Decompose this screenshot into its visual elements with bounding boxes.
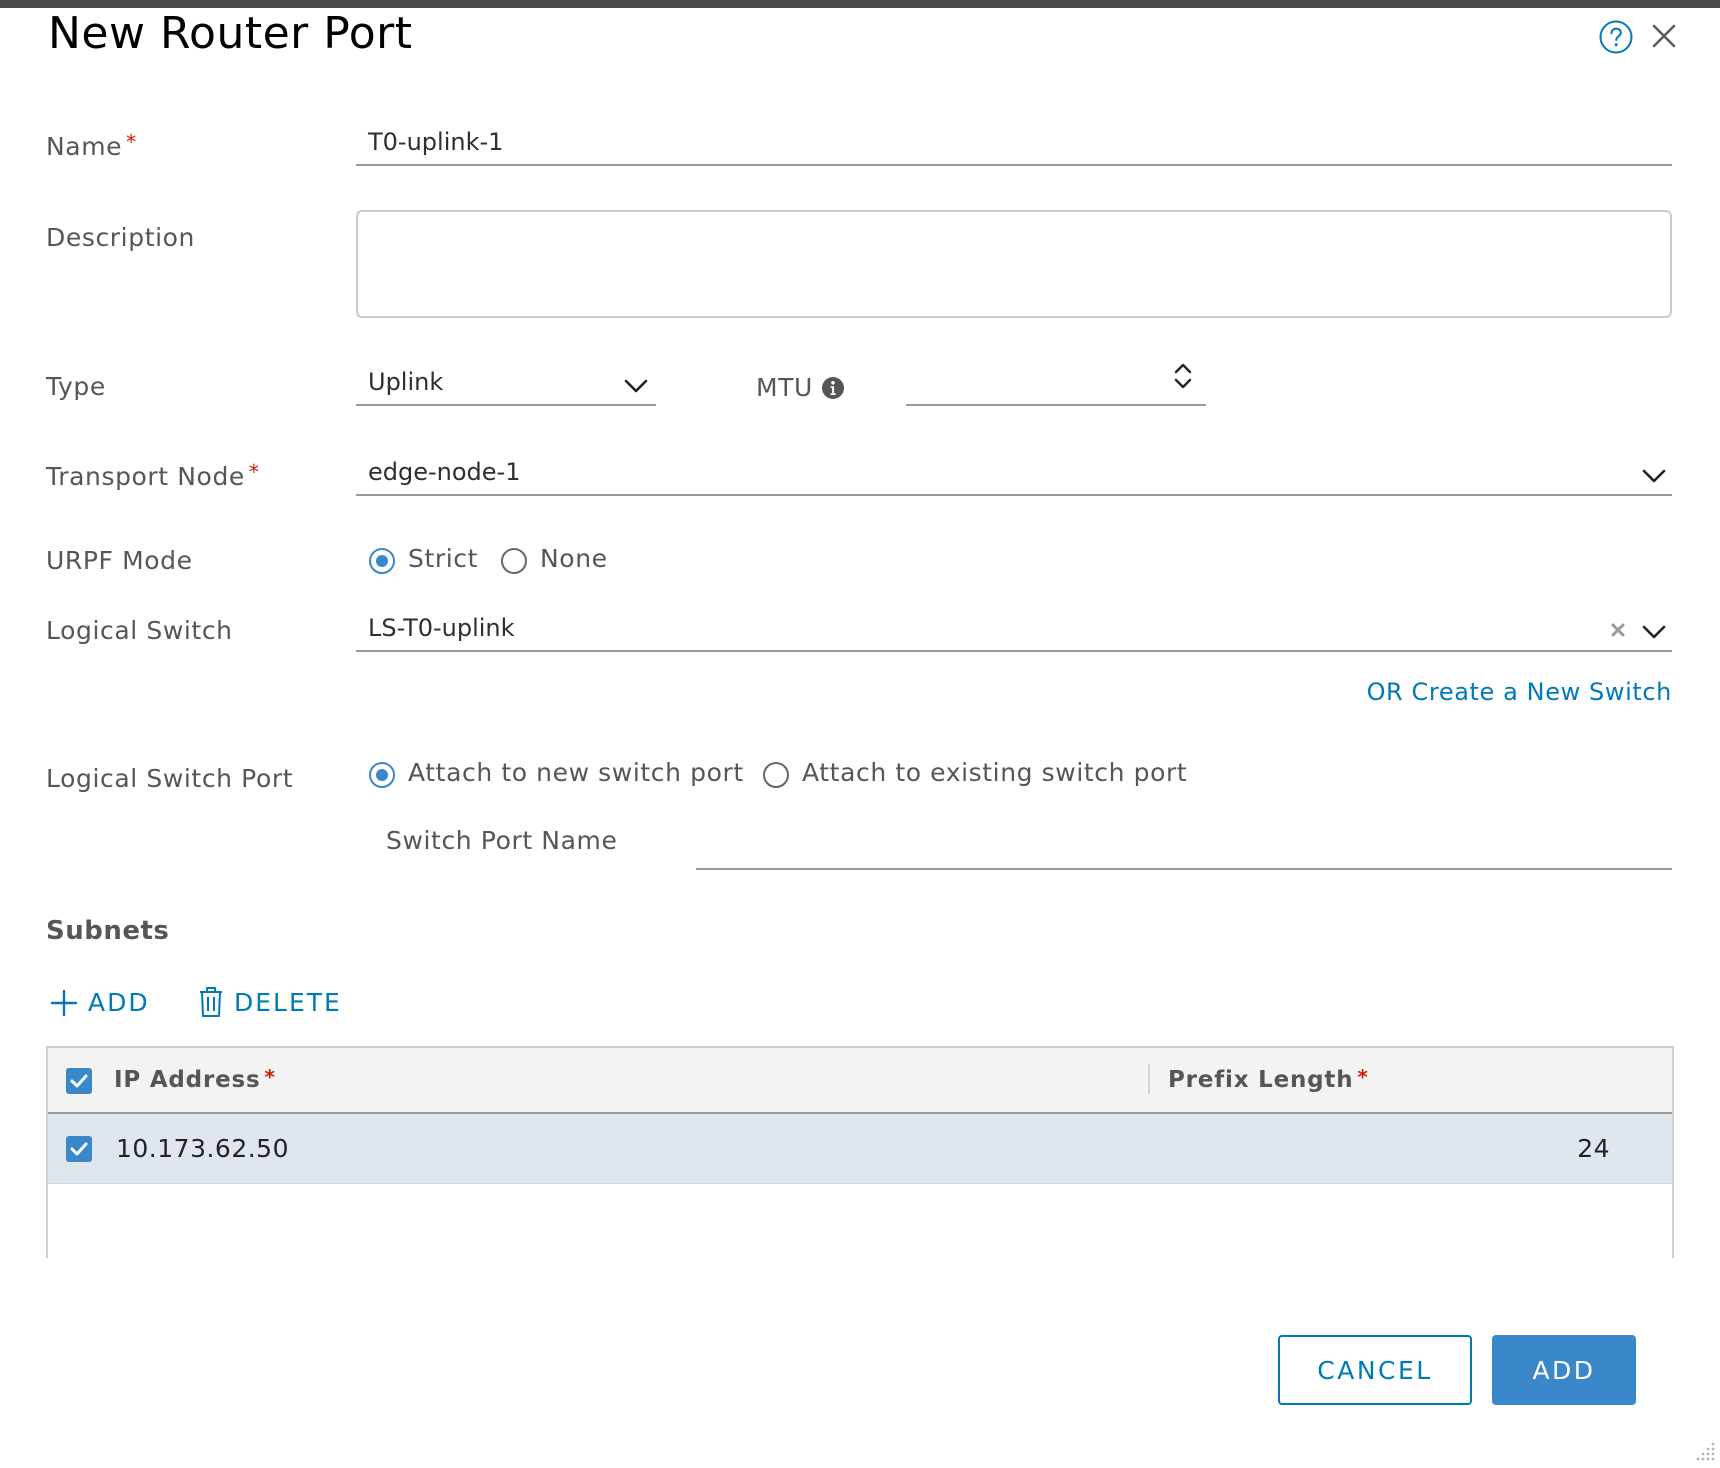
required-marker: *	[126, 130, 137, 154]
close-icon[interactable]	[1648, 20, 1680, 52]
transport-node-select[interactable]: edge-node-1	[356, 450, 1672, 496]
subnets-datagrid: IP Address * Prefix Length * 10.173.62.50 …	[46, 1046, 1674, 1258]
transport-node-label: Transport Node *	[46, 460, 260, 491]
chevron-down-icon	[1642, 625, 1666, 639]
row-checkbox[interactable]	[66, 1136, 92, 1162]
urpf-none-label: None	[540, 544, 608, 573]
urpf-mode-label: URPF Mode	[46, 546, 193, 575]
dialog-title: New Router Port	[48, 8, 413, 59]
mtu-input[interactable]	[906, 360, 1206, 406]
ip-address-cell: 10.173.62.50	[116, 1134, 289, 1163]
window-top-border	[0, 0, 1720, 8]
name-value: T0-uplink-1	[368, 128, 504, 156]
add-subnet-button[interactable]: ADD	[50, 988, 150, 1017]
type-value: Uplink	[368, 368, 444, 396]
help-circle-icon[interactable]	[1598, 19, 1634, 55]
type-select[interactable]: Uplink	[356, 360, 656, 406]
column-header-prefix-length[interactable]: Prefix Length *	[1168, 1065, 1369, 1093]
name-label: Name *	[46, 130, 137, 161]
description-label: Description	[46, 223, 195, 252]
datagrid-header: IP Address * Prefix Length *	[48, 1048, 1672, 1114]
radio-selected[interactable]	[369, 762, 395, 788]
required-marker: *	[248, 460, 260, 484]
radio-unselected[interactable]	[763, 762, 789, 788]
create-new-switch-link[interactable]: OR Create a New Switch	[1367, 678, 1672, 706]
transport-node-value: edge-node-1	[368, 458, 521, 486]
logical-switch-select[interactable]: LS-T0-uplink	[356, 606, 1672, 652]
mtu-label: MTU	[756, 373, 845, 402]
add-subnet-label: ADD	[88, 988, 150, 1017]
attach-existing-port-label: Attach to existing switch port	[802, 758, 1188, 787]
logical-switch-value: LS-T0-uplink	[368, 614, 515, 642]
urpf-strict-label: Strict	[408, 544, 479, 573]
attach-new-port-label: Attach to new switch port	[408, 758, 744, 787]
trash-icon	[200, 987, 222, 1017]
switch-port-name-input[interactable]	[696, 826, 1672, 870]
clear-icon[interactable]	[1609, 621, 1627, 639]
subnets-title: Subnets	[46, 916, 170, 946]
logical-switch-port-label: Logical Switch Port	[46, 764, 294, 793]
type-label: Type	[46, 372, 106, 401]
prefix-length-cell: 24	[1577, 1134, 1610, 1163]
table-row[interactable]: 10.173.62.50 24	[48, 1114, 1672, 1184]
info-icon[interactable]	[821, 376, 845, 400]
resize-handle-icon[interactable]	[1694, 1440, 1716, 1462]
delete-subnet-label: DELETE	[234, 987, 342, 1017]
add-button[interactable]: ADD	[1492, 1335, 1636, 1405]
radio-selected[interactable]	[369, 548, 395, 574]
description-textarea[interactable]	[356, 210, 1672, 318]
cancel-button[interactable]: CANCEL	[1278, 1335, 1472, 1405]
radio-unselected[interactable]	[501, 548, 527, 574]
plus-icon	[50, 989, 78, 1016]
logical-switch-label: Logical Switch	[46, 616, 233, 645]
name-field[interactable]: T0-uplink-1	[356, 120, 1672, 166]
chevron-down-icon	[624, 379, 648, 393]
column-separator[interactable]	[1148, 1064, 1150, 1094]
spinner-arrows-icon[interactable]	[1172, 361, 1194, 391]
column-header-ip-address[interactable]: IP Address *	[114, 1065, 276, 1093]
switch-port-name-label: Switch Port Name	[386, 826, 618, 855]
select-all-checkbox[interactable]	[66, 1068, 92, 1094]
delete-subnet-button[interactable]: DELETE	[198, 986, 342, 1018]
required-marker: *	[264, 1065, 276, 1089]
chevron-down-icon	[1642, 469, 1666, 483]
new-router-port-dialog: New Router Port Name * T0-uplink-1 Descri…	[0, 8, 1720, 1468]
required-marker: *	[1357, 1065, 1369, 1089]
